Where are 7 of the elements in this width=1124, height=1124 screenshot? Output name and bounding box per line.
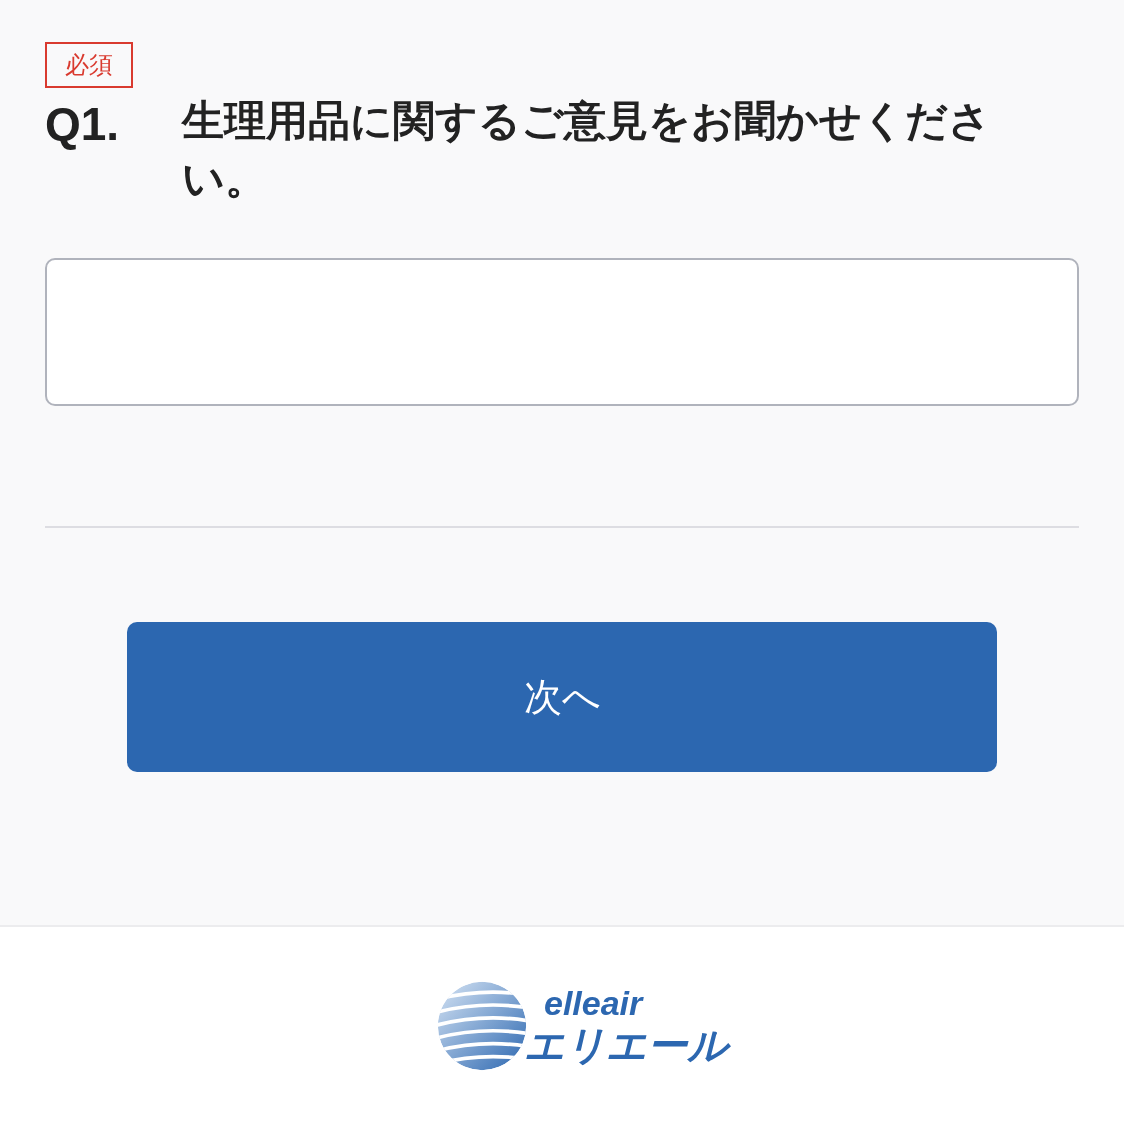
required-badge: 必須 [45,42,133,88]
question-number: Q1. [45,97,121,152]
logo-text: elleair [544,983,645,1022]
next-button[interactable]: 次へ [127,622,997,772]
answer-field[interactable] [45,258,1079,406]
question-text: 生理用品に関するご意見をお聞かせください。 [182,95,992,205]
striped-globe-icon [436,979,528,1072]
